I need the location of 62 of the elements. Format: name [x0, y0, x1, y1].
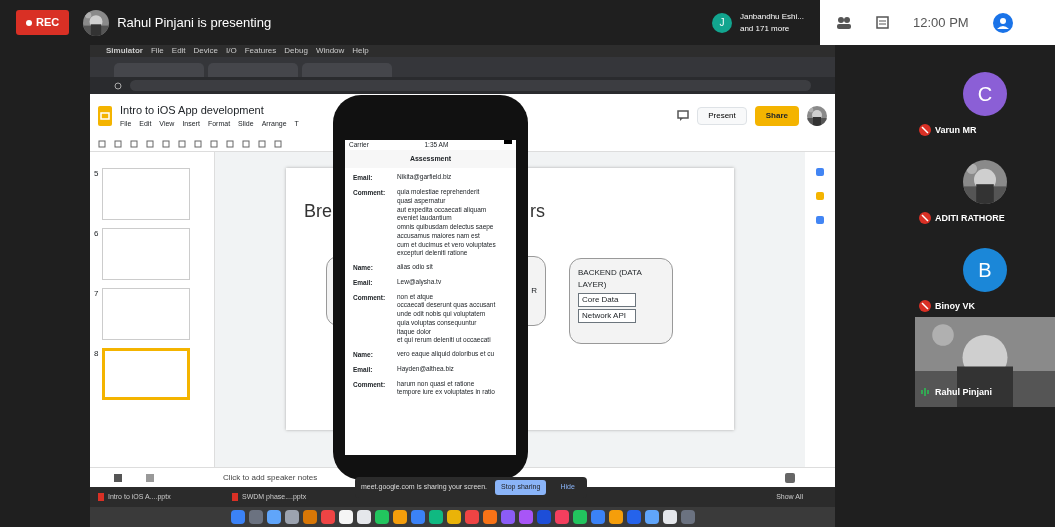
box-item: Network API	[578, 309, 636, 323]
box-label: BACKEND (DATA LAYER)	[578, 267, 643, 291]
rec-indicator: REC	[16, 10, 70, 35]
menu-item[interactable]: Window	[315, 45, 345, 57]
menu-item[interactable]: I/O	[226, 45, 237, 57]
reload-icon[interactable]	[114, 81, 122, 90]
app-icon[interactable]	[392, 510, 407, 524]
speaker-notes-field[interactable]: Click to add speaker notes	[223, 471, 318, 484]
menu-item[interactable]: Debug	[284, 45, 308, 57]
menu-item[interactable]: Simulator	[106, 45, 143, 57]
slide-title: rs	[530, 200, 545, 223]
side-panel-icon[interactable]	[816, 168, 824, 176]
slide-title: Bre	[304, 200, 332, 223]
app-icon[interactable]	[284, 510, 299, 524]
app-icon[interactable]	[608, 510, 623, 524]
app-icon[interactable]	[338, 510, 353, 524]
avatar: C	[963, 71, 1007, 116]
people-icon[interactable]	[836, 15, 852, 30]
menu-item[interactable]: Help	[352, 45, 369, 57]
participant-name: Rahul Pinjani	[935, 385, 992, 399]
share-button[interactable]: Share	[754, 105, 799, 126]
file-icon	[98, 493, 104, 501]
slides-logo-icon	[98, 105, 112, 126]
app-icon[interactable]	[644, 510, 659, 524]
app-icon[interactable]	[446, 510, 461, 524]
present-button[interactable]: Present	[697, 106, 747, 125]
app-icon[interactable]	[356, 510, 371, 524]
slide-number: 6	[94, 228, 99, 240]
slide-number: 5	[94, 168, 99, 180]
slide-number: 7	[94, 288, 99, 300]
app-icon[interactable]	[374, 510, 389, 524]
participant-name: Binoy VK	[935, 299, 975, 313]
slide-thumbnail[interactable]	[102, 168, 191, 220]
box-item: Core Data	[578, 293, 636, 307]
avatar: B	[963, 247, 1007, 292]
slide-thumbnail[interactable]	[102, 348, 191, 400]
menu-item[interactable]: Device	[193, 45, 219, 57]
battery-icon	[504, 140, 512, 144]
presenter-label: Rahul Pinjani is presenting	[117, 13, 272, 32]
comment-icon[interactable]	[677, 110, 690, 121]
record-icon	[26, 19, 32, 26]
document-title[interactable]: Intro to iOS App development	[120, 102, 299, 119]
participant-name: Varun MR	[935, 123, 977, 137]
chat-icon[interactable]	[876, 16, 889, 29]
file-icon	[232, 493, 238, 501]
app-icon[interactable]	[572, 510, 587, 524]
slide-number: 8	[94, 348, 99, 360]
slide-thumbnail[interactable]	[102, 288, 191, 340]
user-avatar-icon[interactable]	[992, 12, 1013, 33]
box-label: R	[531, 285, 537, 297]
slide-thumbnail[interactable]	[102, 228, 191, 280]
menu-item[interactable]: File	[150, 45, 164, 57]
participant-count: and 171 more	[739, 22, 791, 35]
app-icon[interactable]	[662, 510, 677, 524]
clock-time: 12:00 PM	[913, 13, 969, 32]
app-icon[interactable]	[428, 510, 443, 524]
participant-name: Janbandhu Eshi...	[739, 10, 804, 23]
app-icon[interactable]	[266, 510, 281, 524]
menu-item[interactable]: Edit	[171, 45, 186, 57]
side-panel-icon[interactable]	[816, 216, 824, 224]
participant-name: ADITI RATHORE	[935, 211, 1005, 225]
menu-item[interactable]: Features	[244, 45, 277, 57]
